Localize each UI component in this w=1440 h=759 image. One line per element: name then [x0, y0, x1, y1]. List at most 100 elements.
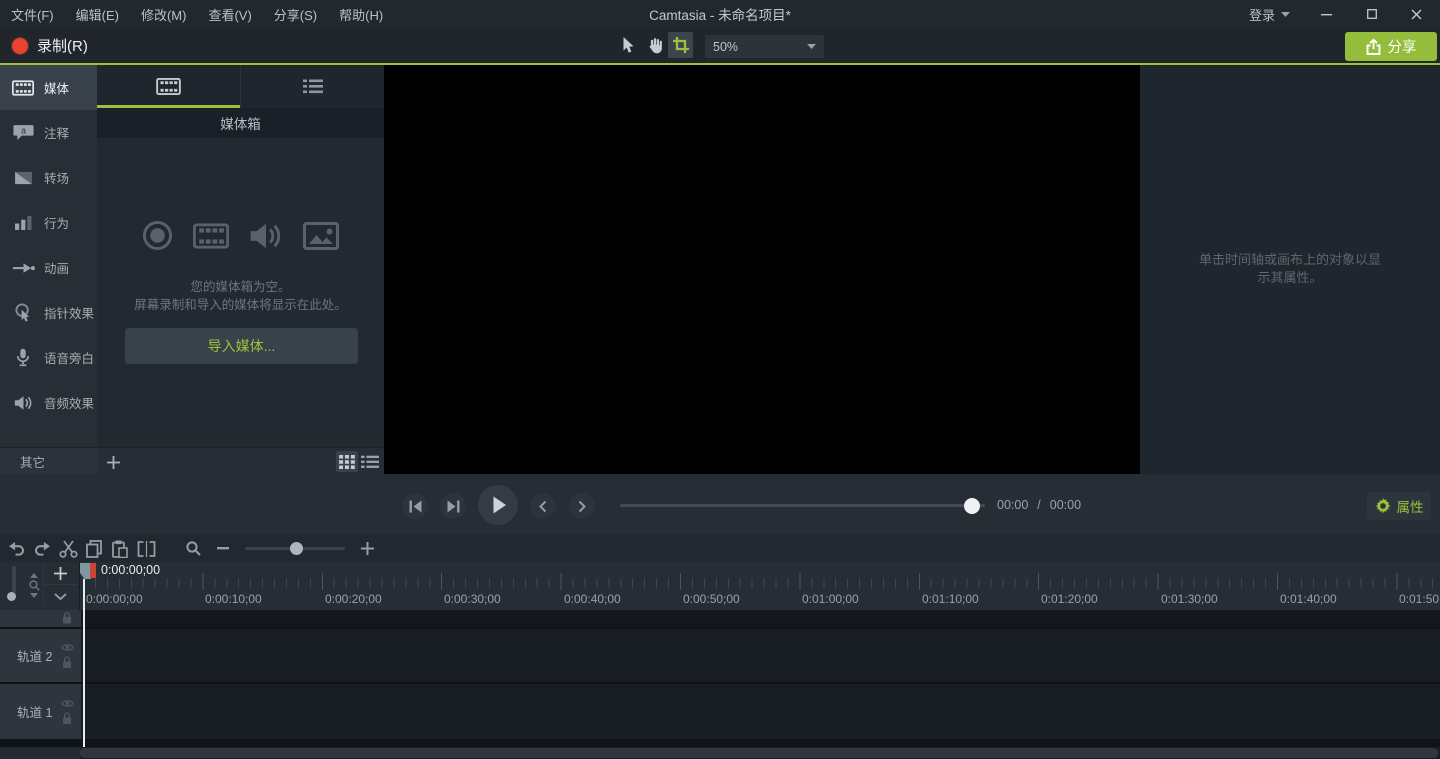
- menu-share[interactable]: 分享(S): [263, 0, 328, 28]
- lock-icon[interactable]: [62, 612, 72, 625]
- canvas-stage[interactable]: [384, 65, 1140, 474]
- properties-button-label: 属性: [1397, 496, 1424, 516]
- seek-slider[interactable]: [620, 504, 985, 507]
- speaker-icon: [11, 395, 35, 411]
- copy-icon: [86, 540, 102, 558]
- redo-button[interactable]: [29, 535, 55, 562]
- menu-modify[interactable]: 修改(M): [130, 0, 198, 28]
- track-header[interactable]: 轨道 2: [0, 629, 81, 682]
- sidebar-more-button[interactable]: 其它: [0, 447, 97, 474]
- chevron-right-icon: [578, 500, 586, 513]
- timeline-zoom-slider[interactable]: [245, 547, 345, 550]
- timeline-zoom-handle[interactable]: [290, 542, 303, 555]
- chevron-down-icon: [54, 593, 67, 600]
- minimize-button[interactable]: [1310, 0, 1342, 28]
- sidebar-item-audio-effects[interactable]: 音频效果: [0, 380, 97, 425]
- playhead-line[interactable]: [83, 579, 85, 747]
- properties-hint-line2: 示其属性。: [1140, 269, 1440, 287]
- paste-button[interactable]: [107, 535, 133, 562]
- playhead-marker[interactable]: [90, 563, 96, 578]
- empty-state-icons: [97, 220, 384, 251]
- transition-icon: [11, 171, 35, 185]
- zoom-out-button[interactable]: [217, 547, 229, 550]
- sidebar-item-voice-narration[interactable]: 语音旁白: [0, 335, 97, 380]
- ruler-label: 0:01:50;00: [1399, 592, 1440, 606]
- split-button[interactable]: [133, 535, 159, 562]
- seek-slider-handle[interactable]: [964, 498, 980, 514]
- menu-help[interactable]: 帮助(H): [328, 0, 394, 28]
- menu-view[interactable]: 查看(V): [197, 0, 262, 28]
- plus-icon: [107, 456, 120, 469]
- track-zoom-icon: [26, 565, 42, 605]
- sidebar-item-media[interactable]: 媒体: [0, 65, 97, 110]
- speaker-icon: [249, 222, 283, 250]
- undo-button[interactable]: [3, 535, 29, 562]
- track-header[interactable]: [0, 610, 81, 627]
- add-track-button[interactable]: [43, 563, 77, 585]
- film-icon: [11, 80, 35, 96]
- import-media-button[interactable]: 导入媒体...: [125, 328, 358, 364]
- sidebar-item-cursor-effects[interactable]: 指针效果: [0, 290, 97, 335]
- canvas-zoom-select[interactable]: 50%: [705, 35, 824, 58]
- previous-clip-button[interactable]: [530, 493, 556, 519]
- media-bin-header: 媒体箱: [97, 108, 384, 138]
- eye-icon[interactable]: [61, 643, 74, 652]
- step-forward-button[interactable]: [440, 493, 466, 519]
- login-button[interactable]: 登录: [1249, 0, 1290, 28]
- tab-media-bin[interactable]: [97, 65, 240, 108]
- cut-button[interactable]: [55, 535, 81, 562]
- ruler-label: 0:00:20;00: [325, 592, 382, 606]
- menu-edit[interactable]: 编辑(E): [65, 0, 130, 28]
- properties-panel: 单击时间轴或画布上的对象以显 示其属性。: [1140, 65, 1440, 474]
- next-clip-button[interactable]: [569, 493, 595, 519]
- zoom-in-button[interactable]: [361, 542, 374, 555]
- sidebar-item-transitions[interactable]: 转场: [0, 155, 97, 200]
- lock-icon[interactable]: [62, 712, 72, 725]
- tab-clip-list[interactable]: [240, 65, 384, 108]
- maximize-button[interactable]: [1356, 0, 1388, 28]
- crop-tool-button[interactable]: [668, 32, 693, 58]
- media-panel-bottom-bar: [97, 447, 384, 474]
- track-height-handle[interactable]: [7, 592, 16, 601]
- ruler-major-ticks: [83, 573, 1440, 590]
- share-icon: [1366, 39, 1381, 55]
- record-button[interactable]: 录制(R): [6, 28, 94, 63]
- eye-icon[interactable]: [61, 699, 74, 708]
- pan-tool-button[interactable]: [642, 32, 667, 58]
- track-header[interactable]: 轨道 1: [0, 684, 81, 739]
- sidebar-item-behaviors[interactable]: 行为: [0, 200, 97, 245]
- sidebar-item-animations[interactable]: 动画: [0, 245, 97, 290]
- play-button[interactable]: [478, 485, 518, 525]
- track-lane[interactable]: [81, 629, 1440, 682]
- menu-file[interactable]: 文件(F): [0, 0, 65, 28]
- copy-button[interactable]: [81, 535, 107, 562]
- timeline-ruler[interactable]: 0:00:00;00 0:00:10;00 0:00:20;00 0:00:30…: [80, 562, 1440, 610]
- login-label: 登录: [1249, 5, 1275, 24]
- split-icon: [137, 541, 156, 557]
- timeline-scrollbar: [0, 747, 1440, 759]
- ruler-label: 0:01:40;00: [1280, 592, 1337, 606]
- undo-icon: [8, 542, 25, 556]
- lock-icon[interactable]: [62, 656, 72, 669]
- track-options-button[interactable]: [43, 585, 77, 607]
- sidebar-item-annotations[interactable]: a 注释: [0, 110, 97, 155]
- playhead-time: 0:00:00;00: [101, 563, 160, 577]
- properties-hint-line1: 单击时间轴或画布上的对象以显: [1140, 251, 1440, 269]
- select-tool-button[interactable]: [616, 32, 641, 58]
- list-view-button[interactable]: [359, 451, 381, 472]
- grid-view-button[interactable]: [336, 451, 358, 472]
- sidebar-item-label: 语音旁白: [44, 348, 94, 367]
- sidebar-item-label: 动画: [44, 258, 69, 277]
- share-button[interactable]: 分享: [1345, 32, 1437, 61]
- scrollbar-thumb[interactable]: [80, 748, 1438, 758]
- track-lane[interactable]: [81, 610, 1440, 627]
- close-button[interactable]: [1400, 0, 1432, 28]
- step-back-button[interactable]: [402, 493, 428, 519]
- film-icon: [156, 78, 181, 95]
- empty-state-line1: 您的媒体箱为空。: [97, 276, 384, 295]
- add-bin-button[interactable]: [104, 453, 122, 471]
- track-lane[interactable]: [81, 684, 1440, 739]
- more-label: 其它: [20, 452, 45, 471]
- list-icon: [361, 455, 379, 469]
- properties-button[interactable]: 属性: [1367, 492, 1431, 520]
